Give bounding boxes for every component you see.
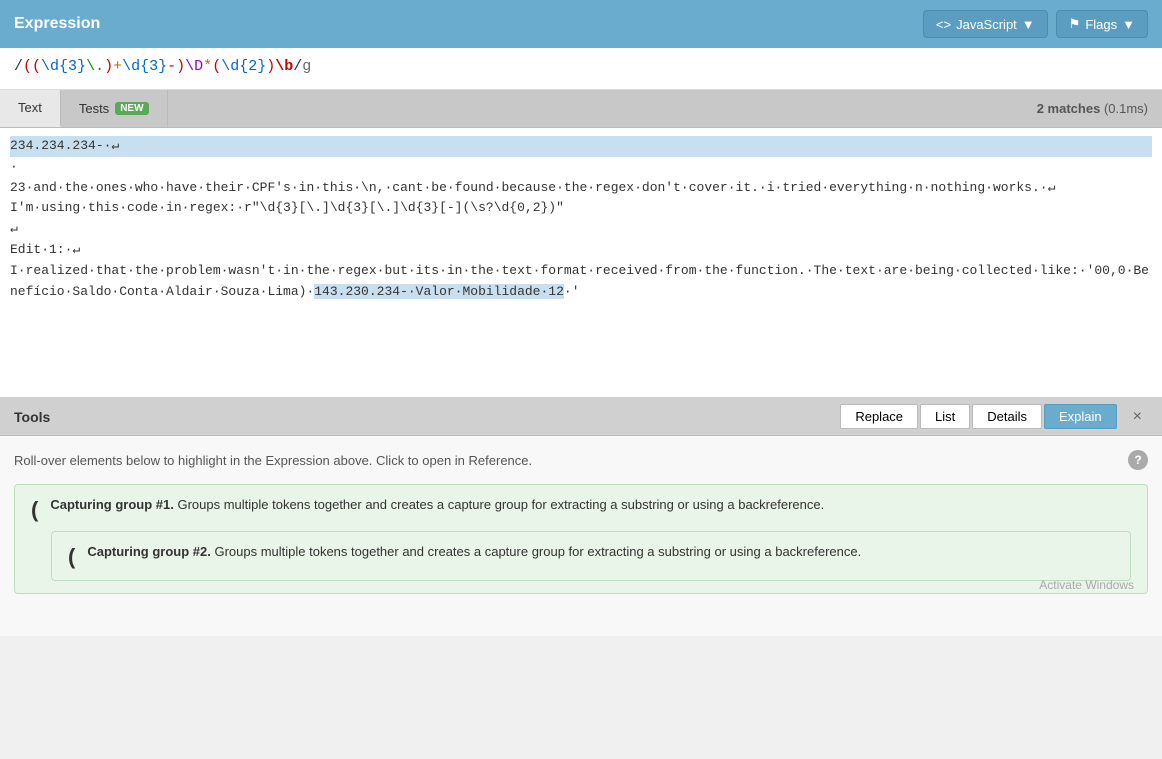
matches-count: 2 matches: [1037, 101, 1101, 116]
close-icon[interactable]: ×: [1127, 406, 1148, 428]
text-area-wrapper[interactable]: 234.234.234-·↵ · 23·and·the·ones·who·have…: [0, 128, 1162, 398]
tab-text[interactable]: Text: [0, 90, 61, 127]
expr-paren3: ): [104, 58, 113, 75]
capture-header-1: ( Capturing group #1. Groups multiple to…: [31, 497, 1131, 521]
tabs-bar: Text Tests NEW 2 matches (0.1ms): [0, 90, 1162, 128]
list-button[interactable]: List: [920, 404, 970, 429]
tabs-right: 2 matches (0.1ms): [1037, 101, 1162, 116]
expr-dot: \.: [86, 58, 104, 75]
tools-header: Tools Replace List Details Explain ×: [0, 398, 1162, 436]
details-button[interactable]: Details: [972, 404, 1042, 429]
expr-b: \b: [275, 58, 293, 75]
rollover-hint: Roll-over elements below to highlight in…: [14, 450, 1148, 470]
flag-icon: ⚑: [1069, 16, 1081, 32]
code-icon: <>: [936, 17, 951, 32]
flags-button[interactable]: ⚑ Flags ▼: [1056, 10, 1148, 38]
capture-body-1: Capturing group #1. Groups multiple toke…: [50, 497, 1131, 512]
expr-paren4: ): [176, 58, 185, 75]
highlight-line-1: 234.234.234-·↵: [10, 136, 1152, 157]
replace-button[interactable]: Replace: [840, 404, 918, 429]
capture-group-1[interactable]: ( Capturing group #1. Groups multiple to…: [14, 484, 1148, 594]
tools-content: Roll-over elements below to highlight in…: [0, 436, 1162, 636]
expr-star: *: [203, 58, 212, 75]
expr-d2: \d{2}: [221, 58, 266, 75]
text-content[interactable]: 234.234.234-·↵ · 23·and·the·ones·who·have…: [0, 128, 1162, 310]
header-title: Expression: [14, 15, 100, 33]
header-buttons: <> JavaScript ▼ ⚑ Flags ▼: [923, 10, 1148, 38]
capture-paren-2: (: [68, 546, 75, 568]
expr-slash-open: /: [14, 58, 23, 75]
expr-d3-2: \d{3}: [122, 58, 167, 75]
highlight-match-2: 143.230.234-·Valor·Mobilidade·12: [314, 284, 564, 299]
chevron-down-icon-2: ▼: [1122, 17, 1135, 32]
capture-title-1: Capturing group #1. Groups multiple toke…: [50, 497, 1131, 512]
capture-group-2[interactable]: ( Capturing group #2. Groups multiple to…: [51, 531, 1131, 581]
expr-plus: +: [113, 58, 122, 75]
capture-header-2: ( Capturing group #2. Groups multiple to…: [68, 544, 1114, 568]
cursor-line: ·: [10, 159, 18, 174]
watermark: Activate Windows: [1039, 578, 1134, 592]
expr-d3: \d{3}: [41, 58, 86, 75]
expr-flag: g: [302, 58, 311, 75]
javascript-button[interactable]: <> JavaScript ▼: [923, 10, 1048, 38]
new-badge: NEW: [115, 102, 148, 115]
expr-paren6: ): [266, 58, 275, 75]
tools-buttons: Replace List Details Explain ×: [840, 404, 1148, 429]
expr-paren1: (: [23, 58, 32, 75]
capture-body-2: Capturing group #2. Groups multiple toke…: [87, 544, 1114, 559]
text-line-2: 23·and·the·ones·who·have·their·CPF's·in·…: [10, 180, 1149, 299]
help-icon[interactable]: ?: [1128, 450, 1148, 470]
chevron-down-icon: ▼: [1022, 17, 1035, 32]
explain-button[interactable]: Explain: [1044, 404, 1117, 429]
tab-tests[interactable]: Tests NEW: [61, 90, 168, 127]
expr-dash: -: [167, 58, 176, 75]
expr-D: \D: [185, 58, 203, 75]
tabs-left: Text Tests NEW: [0, 90, 168, 127]
capture-paren-1: (: [31, 499, 38, 521]
expr-paren5: (: [212, 58, 221, 75]
text-line-end: ·': [564, 284, 580, 299]
matches-time: (0.1ms): [1104, 101, 1148, 116]
expr-paren2: (: [32, 58, 41, 75]
expression-bar: /((\d{3}\.)+\d{3}-)\D*(\d{2})\b/g: [0, 48, 1162, 90]
header: Expression <> JavaScript ▼ ⚑ Flags ▼: [0, 0, 1162, 48]
tools-title: Tools: [14, 409, 50, 425]
expr-slash-close: /: [293, 58, 302, 75]
capture-title-2: Capturing group #2. Groups multiple toke…: [87, 544, 1114, 559]
